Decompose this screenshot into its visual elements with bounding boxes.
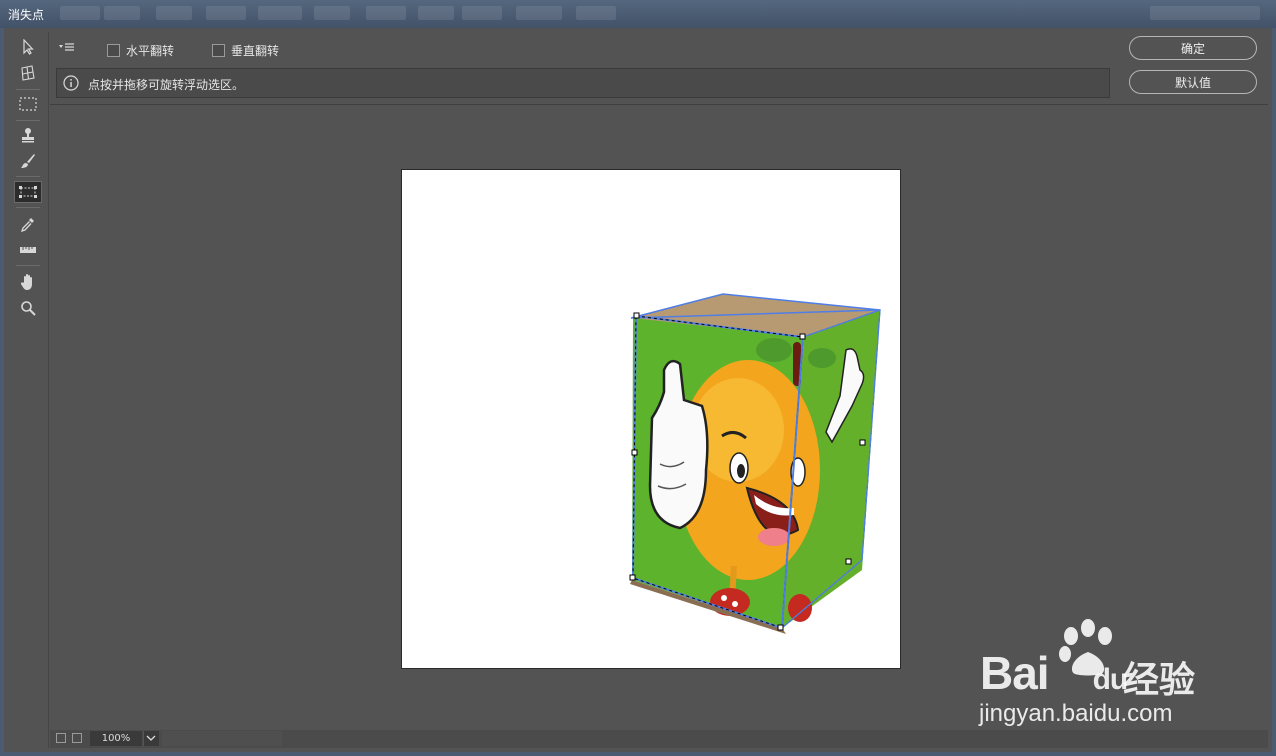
document-canvas[interactable] — [401, 169, 901, 669]
info-message: 点按并拖移可旋转浮动选区。 — [88, 78, 245, 92]
tool-separator — [16, 265, 40, 266]
hand-tool[interactable] — [14, 271, 42, 293]
zoom-level[interactable]: 100% — [90, 731, 142, 746]
box-artwork — [629, 293, 881, 634]
stamp-icon — [22, 128, 34, 143]
window-title: 消失点 — [8, 8, 45, 22]
measure-tool[interactable] — [14, 239, 42, 261]
blurred-menu-area — [258, 6, 302, 20]
brush-icon — [21, 154, 35, 168]
eyedropper-tool[interactable] — [14, 213, 42, 235]
blurred-menu-area — [462, 6, 502, 20]
zoom-dropdown[interactable] — [143, 731, 159, 746]
flip-vertical-label: 垂直翻转 — [231, 44, 280, 58]
hand-icon — [20, 274, 32, 290]
zoom-tool[interactable] — [14, 297, 42, 319]
panel-menu-icon[interactable] — [58, 42, 76, 54]
blurred-window-controls — [1150, 6, 1260, 20]
tongue — [758, 528, 790, 546]
marquee-tool[interactable] — [14, 93, 42, 115]
transform-tool[interactable] — [14, 181, 42, 203]
checkbox-box[interactable] — [212, 44, 225, 57]
watermark-url: jingyan.baidu.com — [979, 700, 1173, 727]
blurred-menu-area — [516, 6, 562, 20]
watermark-cn: 经验 — [1123, 660, 1196, 701]
zoom-in-icon[interactable] — [72, 733, 82, 743]
checkbox-box[interactable] — [107, 44, 120, 57]
default-button[interactable]: 默认值 — [1129, 70, 1257, 94]
watermark-brand: Bai du — [980, 646, 1128, 700]
zoom-icon — [21, 301, 36, 316]
zoom-out-icon[interactable] — [56, 733, 66, 743]
blurred-menu-area — [576, 6, 616, 20]
tool-separator — [16, 120, 40, 121]
info-icon — [63, 75, 79, 91]
flip-horizontal-checkbox[interactable]: 水平翻转 — [107, 42, 174, 59]
tool-separator — [16, 207, 40, 208]
transform-icon — [19, 186, 37, 198]
flip-vertical-checkbox[interactable]: 垂直翻转 — [212, 42, 279, 59]
blurred-menu-area — [418, 6, 454, 20]
blurred-menu-area — [60, 6, 100, 20]
blurred-menu-area — [104, 6, 140, 20]
baidu-watermark: Bai du 经验 jingyan.baidu.com — [975, 616, 1215, 736]
flip-horizontal-label: 水平翻转 — [126, 44, 175, 58]
arrow-icon — [23, 39, 34, 55]
blurred-menu-area — [366, 6, 406, 20]
create-plane-tool[interactable] — [14, 62, 42, 84]
shoe — [788, 594, 812, 622]
tool-separator — [16, 89, 40, 90]
blurred-menu-area — [314, 6, 350, 20]
pupil-left — [737, 464, 745, 478]
shoe-dot — [721, 595, 727, 601]
stamp-tool[interactable] — [14, 124, 42, 146]
leaf-shape — [756, 338, 792, 362]
watermark-brand-head: Bai — [980, 647, 1050, 699]
blurred-menu-area — [156, 6, 192, 20]
eyedropper-icon — [20, 218, 34, 232]
options-bar: 水平翻转 垂直翻转 点按并拖移可旋转浮动选区。 — [50, 32, 1268, 105]
tool-panel — [8, 32, 49, 748]
brush-tool[interactable] — [14, 150, 42, 172]
title-bar: 消失点 — [0, 0, 1276, 28]
zoom-track — [162, 731, 282, 746]
marquee-icon — [19, 97, 37, 111]
tool-separator — [16, 176, 40, 177]
status-bar: 100% — [50, 730, 1268, 748]
edit-plane-tool[interactable] — [14, 36, 42, 58]
shoe-dot — [732, 601, 738, 607]
info-bar: 点按并拖移可旋转浮动选区。 — [56, 68, 1110, 98]
blurred-menu-area — [206, 6, 246, 20]
grid-plane-icon — [21, 65, 35, 81]
ruler-icon — [20, 247, 36, 253]
chevron-down-icon — [146, 735, 156, 741]
ok-button[interactable]: 确定 — [1129, 36, 1257, 60]
leaf-shape — [808, 348, 836, 368]
